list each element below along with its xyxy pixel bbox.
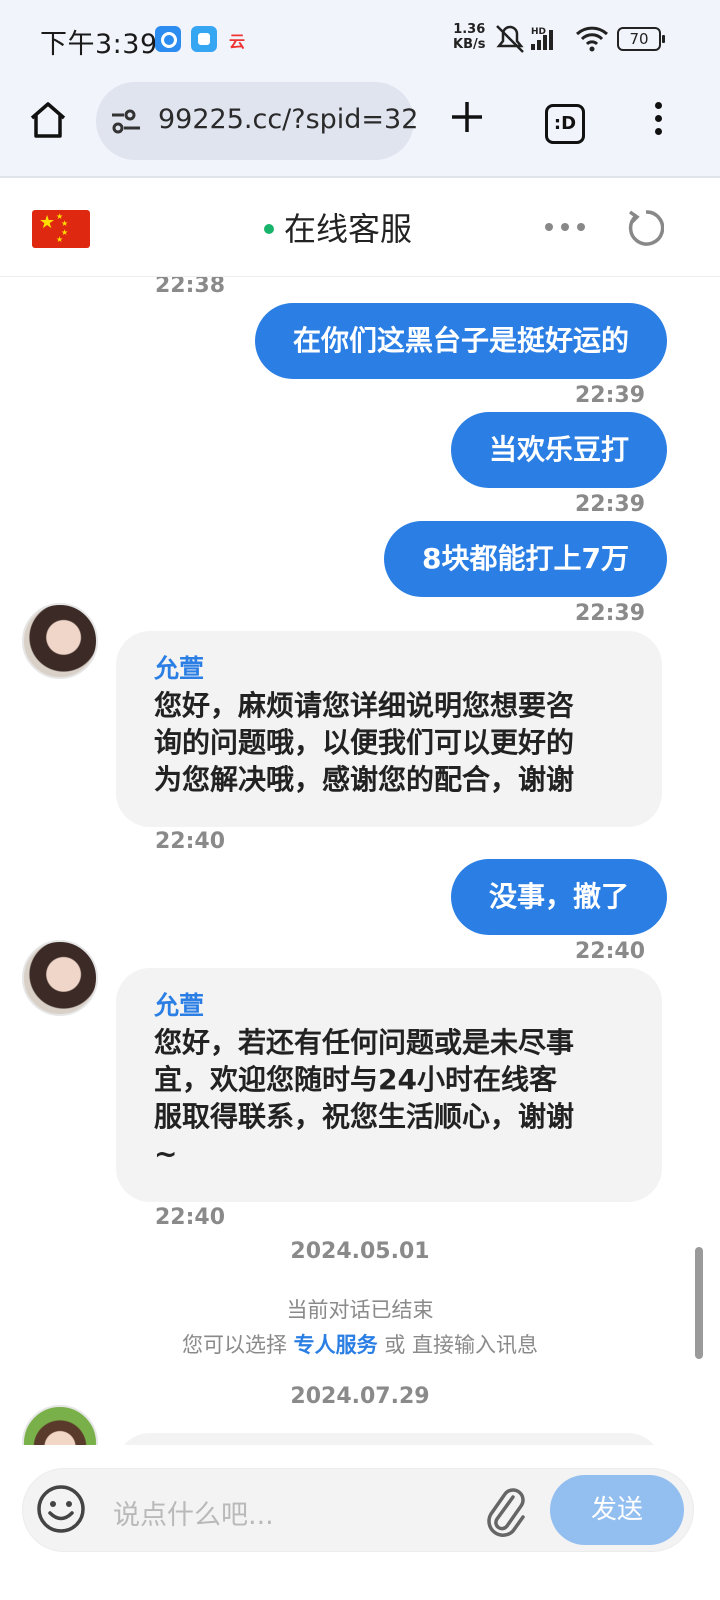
- message-input-box[interactable]: 说点什么吧... 发送: [22, 1468, 694, 1552]
- outgoing-message[interactable]: 当欢乐豆打: [450, 412, 667, 488]
- more-vert-icon[interactable]: [650, 102, 666, 142]
- url-text[interactable]: 99225.cc/?spid=32: [158, 104, 418, 135]
- address-bar[interactable]: 99225.cc/?spid=32: [96, 82, 418, 160]
- mute-icon: [496, 25, 524, 53]
- message-time: 22:40: [155, 1205, 226, 1230]
- status-bar: 下午3:39 云 1.36 KB/s HD 70: [0, 0, 720, 76]
- outgoing-message[interactable]: 在你们这黑台子是挺好运的: [254, 303, 667, 379]
- attachment-icon[interactable]: [483, 1485, 527, 1539]
- network-speed: 1.36 KB/s: [453, 22, 485, 52]
- battery-icon: 70: [617, 27, 665, 51]
- session-ended-options: 您可以选择 专人服务 或 直接输入讯息: [0, 1329, 720, 1359]
- message-text-line: 询的问题哦，以便我们可以更好的: [154, 726, 575, 759]
- session-ended-text: 当前对话已结束: [286, 1298, 434, 1322]
- message-time: 22:38: [155, 277, 226, 298]
- chat-messages[interactable]: 22:38 在你们这黑台子是挺好运的 22:39 当欢乐豆打 22:39 8块都…: [0, 277, 720, 1445]
- new-tab-icon[interactable]: [448, 98, 486, 136]
- agent-avatar[interactable]: [22, 603, 98, 679]
- incoming-message[interactable]: [116, 1433, 662, 1445]
- option-suffix: 直接输入讯息: [412, 1333, 539, 1357]
- browser-toolbar: 99225.cc/?spid=32 :D: [0, 76, 720, 178]
- date-separator: 2024.07.29: [290, 1384, 430, 1409]
- chat-header: ★ ★ ★ ★ ★ 在线客服: [0, 178, 720, 278]
- option-prefix: 您可以选择: [181, 1333, 287, 1357]
- outgoing-message[interactable]: 没事，撤了: [450, 859, 667, 935]
- agent-avatar[interactable]: [22, 1405, 98, 1445]
- sender-name: 允萱: [154, 654, 205, 683]
- composer: 说点什么吧... 发送: [0, 1446, 720, 1600]
- message-input[interactable]: 说点什么吧...: [113, 1493, 274, 1532]
- network-speed-value: 1.36: [453, 22, 486, 37]
- status-time: 下午3:39: [40, 29, 158, 60]
- system-icons: HD: [496, 25, 609, 53]
- tab-switcher-button[interactable]: :D: [545, 104, 585, 144]
- site-settings-icon[interactable]: [110, 108, 144, 136]
- message-text-line: ~: [154, 1137, 178, 1170]
- more-horiz-icon[interactable]: [545, 223, 593, 233]
- china-flag-icon[interactable]: ★ ★ ★ ★ ★: [32, 210, 90, 248]
- option-middle: 或: [384, 1333, 406, 1357]
- chat-title: 在线客服: [284, 210, 413, 248]
- outgoing-message[interactable]: 8块都能打上7万: [384, 521, 667, 597]
- message-text-line: 服取得联系，祝您生活顺心，谢谢: [154, 1100, 575, 1133]
- send-button[interactable]: 发送: [550, 1475, 684, 1545]
- message-time: 22:40: [575, 939, 646, 964]
- cloud-app-icon: 云: [229, 32, 246, 51]
- incoming-message[interactable]: 允萱 您好，麻烦请您详细说明您想要咨 询的问题哦，以便我们可以更好的 为您解决哦…: [116, 631, 662, 827]
- refresh-icon[interactable]: [624, 208, 664, 248]
- message-text-line: 您好，若还有任何问题或是未尽事: [154, 1026, 575, 1059]
- message-text-line: 您好，麻烦请您详细说明您想要咨: [154, 689, 575, 722]
- clock-app-icon: [155, 26, 181, 52]
- incoming-message[interactable]: 允萱 您好，若还有任何问题或是未尽事 宜，欢迎您随时与24小时在线客 服取得联系…: [116, 968, 662, 1202]
- message-text-line: 宜，欢迎您随时与24小时在线客: [154, 1063, 557, 1096]
- message-time: 22:40: [155, 829, 226, 854]
- date-separator: 2024.05.01: [290, 1239, 430, 1264]
- message-time: 22:39: [575, 492, 646, 517]
- hd-signal-icon: HD: [531, 27, 553, 50]
- message-time: 22:39: [575, 383, 646, 408]
- home-icon[interactable]: [26, 98, 70, 142]
- agent-avatar[interactable]: [22, 940, 98, 1016]
- chat-scrollbar[interactable]: [695, 1247, 703, 1359]
- network-speed-unit: KB/s: [453, 37, 486, 52]
- wifi-icon: [575, 26, 609, 52]
- online-status-dot: [264, 224, 274, 234]
- emoji-icon[interactable]: [35, 1483, 87, 1535]
- sender-name: 允萱: [154, 991, 205, 1020]
- dedicated-service-link[interactable]: 专人服务: [294, 1333, 378, 1357]
- assistant-app-icon: [191, 26, 217, 52]
- message-time: 22:39: [575, 601, 646, 626]
- message-text-line: 为您解决哦，感谢您的配合，谢谢: [154, 763, 575, 796]
